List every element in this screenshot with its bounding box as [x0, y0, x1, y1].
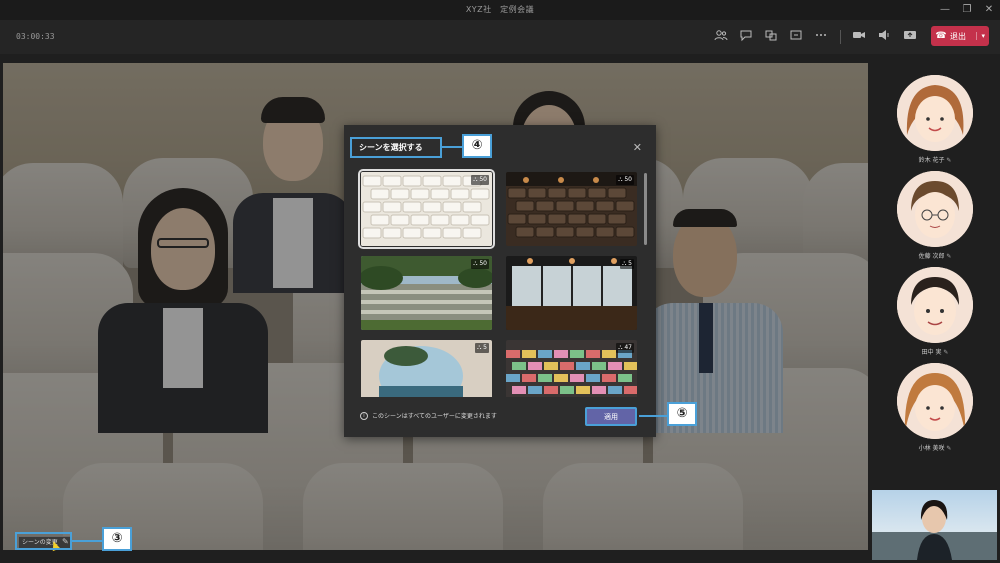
seat-count-badge: ⛬ 50 — [616, 175, 634, 185]
leave-label: 退出 — [950, 31, 966, 41]
mic-off-icon: ✎ — [943, 349, 949, 356]
minimize-icon[interactable]: — — [938, 3, 952, 17]
scene-grid: ⛬ 50 ⛬ 50 ⛬ 50 ⛬ 5 ⛬ 5 ⛬ 47 — [358, 169, 644, 397]
scene-grid-scrollbar[interactable] — [644, 173, 647, 245]
info-icon: i — [360, 412, 368, 420]
scene-select-dialog: シーンを選択する ✕ ⛬ 50 ⛬ 50 ⛬ 50 ⛬ 5 ⛬ 5 ⛬ 47 i… — [344, 125, 656, 437]
callout-highlight-dialog-title — [350, 137, 442, 158]
callout-connector — [72, 540, 102, 542]
seat-count-badge: ⛬ 50 — [471, 175, 489, 185]
mic-off-icon: ✎ — [946, 445, 952, 452]
participant-name: 小林 美咲 ✎ — [918, 445, 952, 452]
seat-count-badge: ⛬ 47 — [616, 343, 634, 353]
callout-number-3: ③ — [102, 527, 132, 551]
scene-thumbnail[interactable]: ⛬ 50 — [506, 172, 637, 246]
scene-thumbnail[interactable]: ⛬ 5 — [506, 256, 637, 330]
self-view-video[interactable] — [872, 490, 997, 560]
avatar — [897, 267, 973, 343]
cafe-window-scene — [506, 256, 637, 330]
mic-off-icon: ✎ — [946, 253, 952, 260]
meeting-toolbar: 03:00:33 ☎ 退出 ▾ — [0, 20, 1000, 54]
toolbar-divider — [840, 30, 841, 44]
callout-number-4: ④ — [462, 134, 492, 158]
mic-off-icon: ✎ — [946, 157, 952, 164]
avatar — [897, 363, 973, 439]
callout-connector — [442, 146, 462, 148]
seat-count-badge: ⛬ 5 — [475, 343, 489, 353]
camera-icon[interactable] — [851, 28, 867, 44]
scene-thumbnail[interactable]: ⛬ 50 — [361, 256, 492, 330]
speaker-icon[interactable] — [876, 28, 892, 44]
screen-share-icon[interactable] — [902, 28, 918, 44]
meeting-timer: 03:00:33 — [16, 32, 55, 41]
more-icon[interactable] — [813, 28, 829, 44]
seat-count-badge: ⛬ 50 — [471, 259, 489, 269]
participant-name: 佐藤 次郎 ✎ — [918, 253, 952, 260]
scene-thumbnail[interactable]: ⛬ 47 — [506, 340, 637, 397]
round-window-scene — [361, 340, 492, 397]
meeting-window: XYZ社 定例会議 — ❐ ✕ 03:00:33 ☎ 退出 ▾ シーンの変更 ✎… — [0, 0, 1000, 563]
chevron-down-icon[interactable]: ▾ — [976, 32, 985, 40]
leave-button[interactable]: ☎ 退出 ▾ — [931, 26, 989, 46]
participants-sidebar: 鈴木 花子 ✎ 佐藤 次郎 ✎ 田中 実 ✎ 小林 美咲 ✎ — [870, 63, 1000, 483]
avatar — [897, 171, 973, 247]
participant-name: 田中 実 ✎ — [921, 349, 949, 356]
callout-connector — [639, 415, 667, 417]
share-icon[interactable] — [788, 28, 804, 44]
participants-icon[interactable] — [713, 28, 729, 44]
scene-thumbnail[interactable]: ⛬ 50 — [358, 169, 495, 249]
callout-number-5: ⑤ — [667, 402, 697, 426]
phone-hangup-icon: ☎ — [935, 31, 947, 41]
chat-icon[interactable] — [738, 28, 754, 44]
reactions-icon[interactable] — [763, 28, 779, 44]
title-bar: XYZ社 定例会議 — ❐ ✕ — [0, 0, 1000, 20]
seat-count-badge: ⛬ 5 — [620, 259, 634, 269]
restore-icon[interactable]: ❐ — [960, 3, 974, 17]
close-window-icon[interactable]: ✕ — [982, 3, 996, 17]
apply-button[interactable]: 適用 — [585, 407, 637, 426]
avatar — [897, 75, 973, 151]
close-icon[interactable]: ✕ — [633, 141, 642, 154]
scene-thumbnail[interactable]: ⛬ 5 — [361, 340, 492, 397]
participant-name: 鈴木 花子 ✎ — [918, 157, 952, 164]
scene-info-text: このシーンはすべてのユーザーに変更されます — [372, 413, 497, 420]
callout-highlight-scene-button — [15, 532, 72, 550]
window-title: XYZ社 定例会議 — [465, 5, 535, 14]
